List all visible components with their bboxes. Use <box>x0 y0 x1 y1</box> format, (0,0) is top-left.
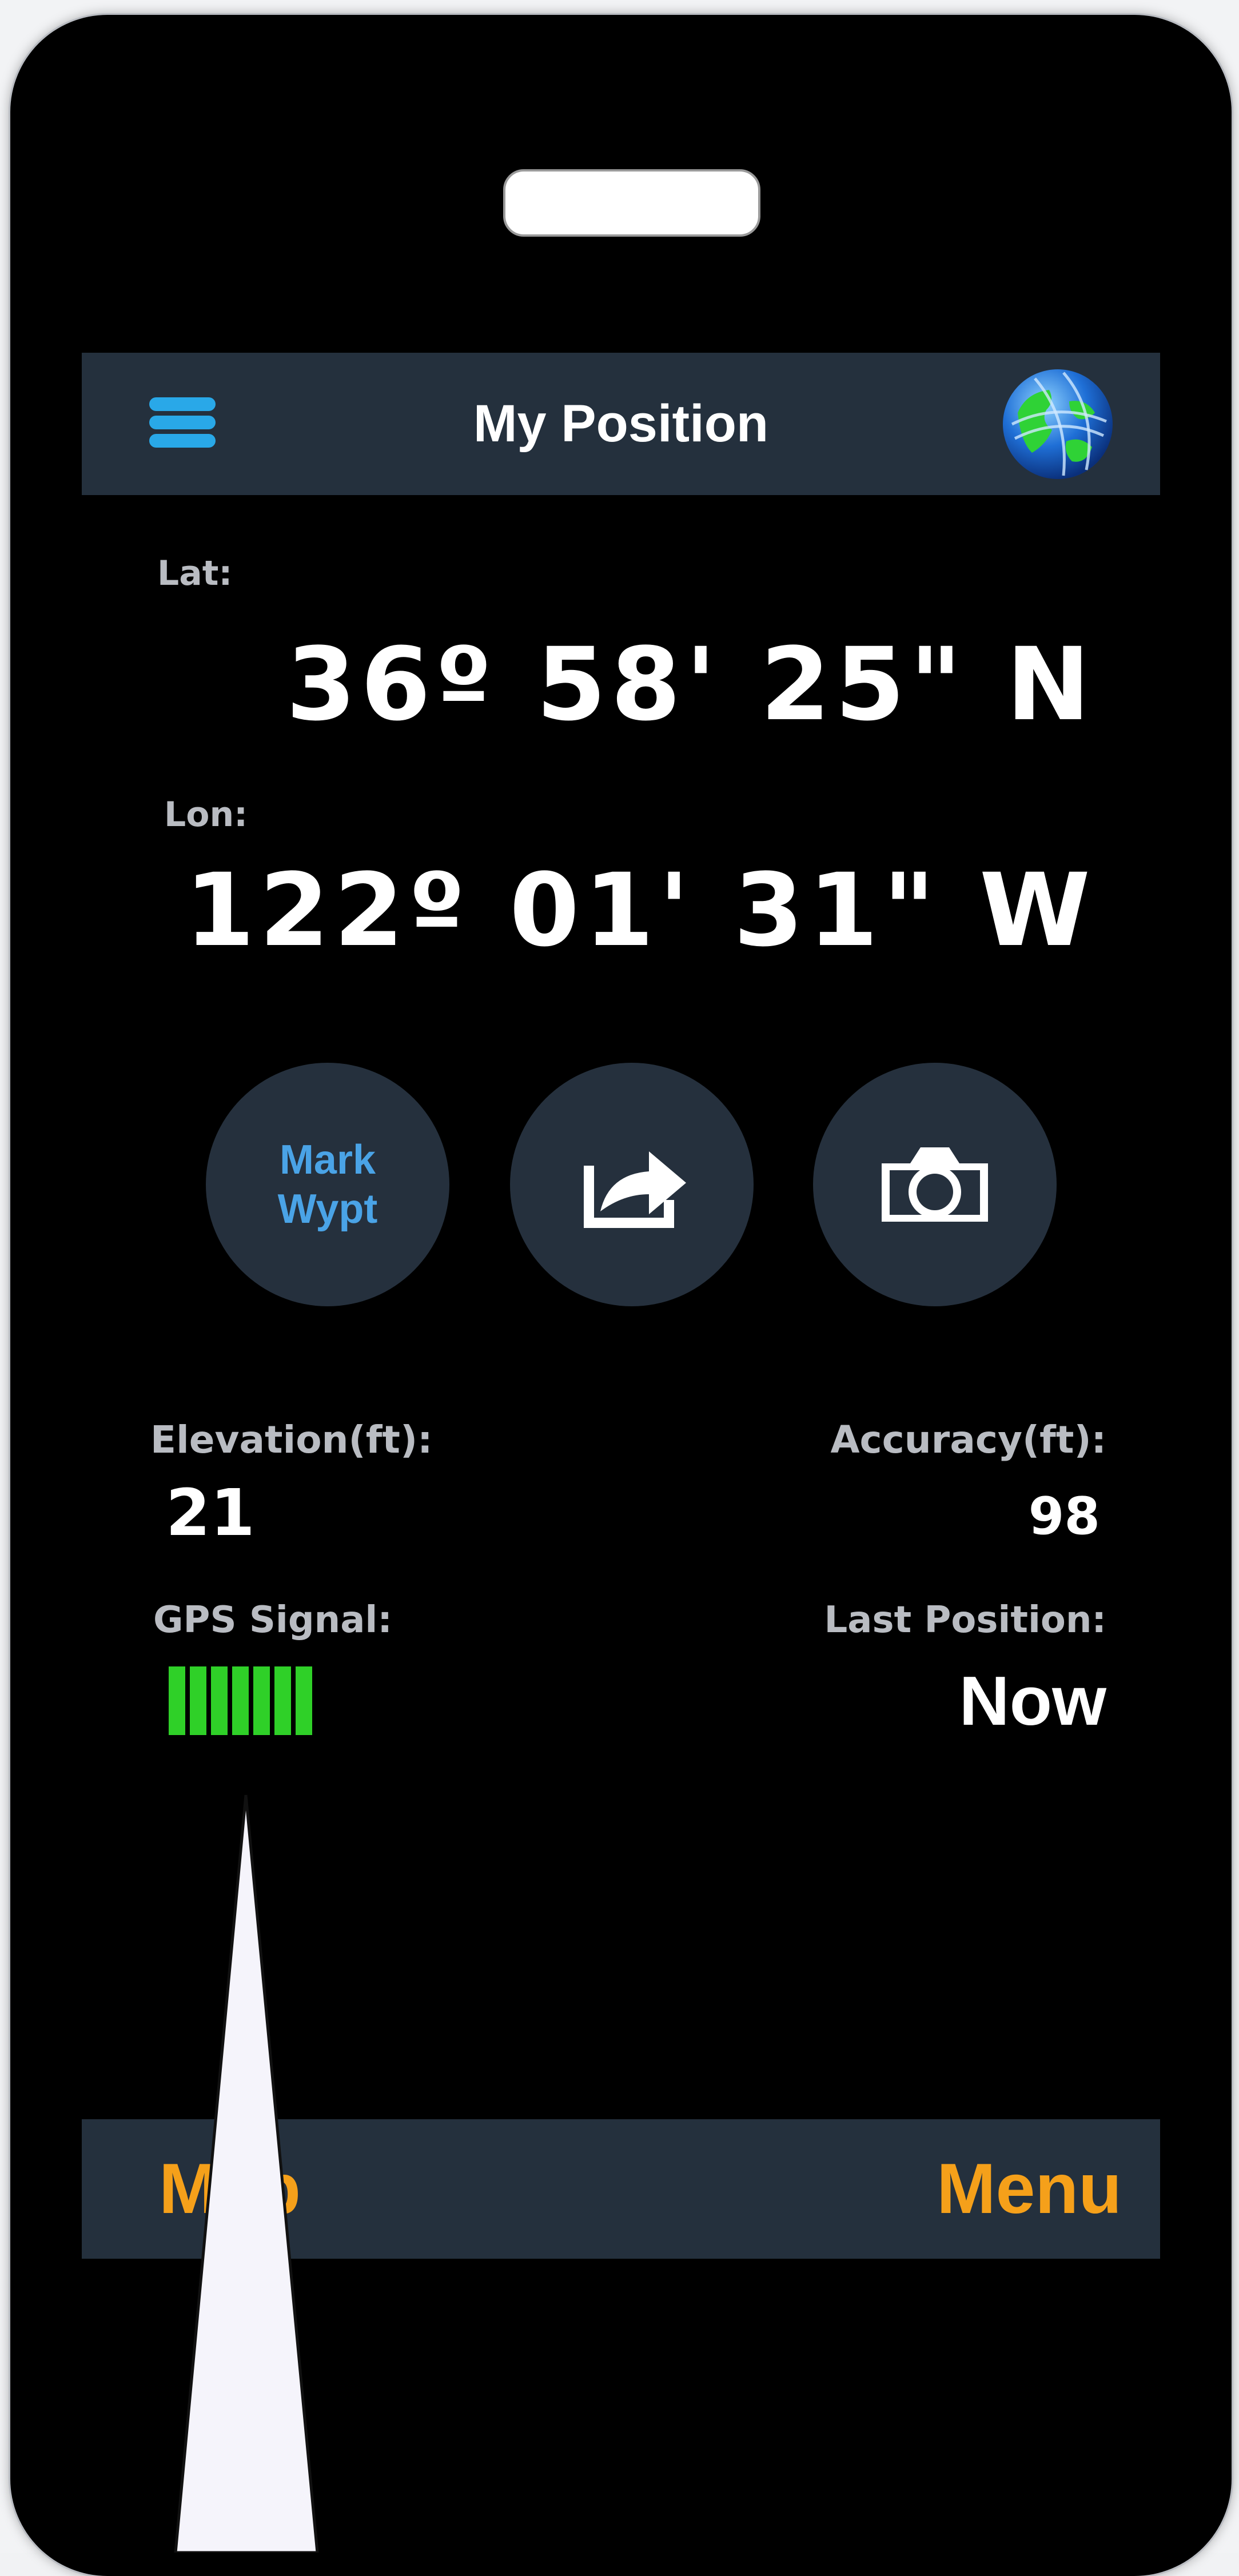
accuracy-label: Accuracy(ft): <box>830 1418 1106 1462</box>
mark-waypoint-label-line2: Wypt <box>277 1186 378 1232</box>
signal-bar <box>169 1666 185 1735</box>
lon-label: Lon: <box>164 795 248 835</box>
signal-bar <box>211 1666 228 1735</box>
signal-bar <box>296 1666 312 1735</box>
signal-bar <box>274 1666 291 1735</box>
page: My Position Lat: 36º 58' 25" N Lon: 122º… <box>0 0 1239 2576</box>
longitude-value: 122º 01' 31" W <box>184 852 1095 969</box>
signal-bar <box>190 1666 206 1735</box>
last-position-label: Last Position: <box>824 1599 1107 1641</box>
bottom-tab-bar: Map Menu <box>82 2119 1160 2259</box>
camera-button[interactable] <box>813 1063 1057 1306</box>
share-arrow-icon <box>584 1151 686 1228</box>
gps-signal-label: GPS Signal: <box>153 1599 392 1641</box>
top-nav-bar: My Position <box>82 353 1160 495</box>
mark-waypoint-label-line1: Mark <box>279 1137 376 1183</box>
map-button[interactable]: Map <box>159 2119 301 2259</box>
globe-icon[interactable] <box>1001 367 1115 481</box>
camera-icon <box>882 1147 988 1222</box>
signal-bar <box>232 1666 249 1735</box>
menu-button[interactable]: Menu <box>937 2119 1122 2259</box>
phone-speaker <box>503 169 760 237</box>
lat-label: Lat: <box>157 553 233 593</box>
last-position-value: Now <box>959 1662 1106 1740</box>
signal-bar <box>253 1666 270 1735</box>
elevation-value: 21 <box>166 1476 255 1550</box>
mark-waypoint-button[interactable]: Mark Wypt <box>206 1063 449 1306</box>
latitude-value: 36º 58' 25" N <box>286 626 1095 743</box>
accuracy-value: 98 <box>1028 1486 1100 1546</box>
elevation-label: Elevation(ft): <box>150 1418 433 1462</box>
page-title: My Position <box>473 394 769 453</box>
share-button[interactable] <box>510 1063 754 1306</box>
